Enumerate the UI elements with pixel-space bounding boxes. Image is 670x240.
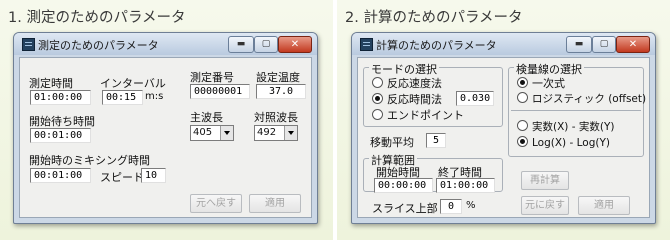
speed-input[interactable]: 10 [141, 168, 166, 183]
chevron-down-icon[interactable] [220, 126, 233, 140]
mode-group: モードの選択 反応速度法 反応時間法 0.030 エンドポイント [363, 61, 503, 127]
moving-avg-input[interactable]: 5 [426, 133, 446, 148]
minimize-button[interactable]: ▬ [566, 36, 592, 53]
mode-option-endpoint[interactable]: エンドポイント [372, 107, 464, 123]
main-wavelength-select[interactable]: 405 [190, 125, 234, 141]
right-panel-heading: 2. 計算のためのパラメータ [345, 10, 523, 26]
titlebar: 測定のためのパラメータ ▬ ▢ ✕ [14, 33, 317, 55]
apply-button[interactable]: 適用 [249, 194, 301, 213]
measurement-params-window: 測定のためのパラメータ ▬ ▢ ✕ 測定時間 01:00:00 インターバル 0… [13, 32, 318, 224]
radio-icon [372, 109, 383, 120]
calibration-group: 検量線の選択 一次式 ロジスティック (offset) 実数(X) - 実数(Y… [508, 61, 646, 157]
revert-button[interactable]: 元へ戻す [190, 194, 242, 213]
calc-range-group: 計算範囲 開始時間 終了時間 00:00:00 01:00:00 [363, 152, 503, 193]
slice-top-label: スライス上部 [372, 202, 438, 215]
window-content: モードの選択 反応速度法 反応時間法 0.030 エンドポイント 移動平均 5 … [357, 57, 650, 218]
set-temp-input[interactable]: 37.0 [256, 84, 306, 99]
mode-option-time[interactable]: 反応時間法 [372, 91, 442, 107]
measure-number-label: 測定番号 [190, 71, 234, 84]
measure-number-input[interactable]: 00000001 [190, 84, 250, 99]
moving-avg-label: 移動平均 [370, 136, 414, 149]
window-title: 測定のためのパラメータ [38, 39, 159, 52]
ref-wavelength-label: 対照波長 [254, 111, 298, 124]
close-button[interactable]: ✕ [278, 36, 312, 53]
main-wavelength-value: 405 [193, 127, 213, 138]
measure-time-label: 測定時間 [29, 77, 73, 90]
interval-input[interactable]: 00:15 [102, 90, 143, 105]
interval-label: インターバル [100, 77, 166, 90]
mode-option-rate[interactable]: 反応速度法 [372, 75, 442, 91]
calibration-option-linear[interactable]: 一次式 [517, 75, 565, 91]
slice-unit: % [466, 200, 476, 211]
apply-button[interactable]: 適用 [578, 196, 630, 215]
speed-label: スピード [100, 171, 144, 184]
app-icon [22, 38, 35, 51]
slice-top-input[interactable]: 0 [440, 199, 462, 214]
wait-time-label: 開始待ち時間 [29, 115, 95, 128]
revert-button[interactable]: 元に戻す [521, 196, 569, 215]
radio-selected-icon [517, 77, 528, 88]
radio-icon [517, 92, 528, 103]
left-panel: 1. 測定のためのパラメータ 測定のためのパラメータ ▬ ▢ ✕ 測定時間 01… [0, 0, 333, 240]
scale-option-log[interactable]: Log(X) - Log(Y) [517, 136, 610, 149]
right-panel: 2. 計算のためのパラメータ 計算のためのパラメータ ▬ ▢ ✕ モードの選択 … [337, 0, 670, 240]
calculation-params-window: 計算のためのパラメータ ▬ ▢ ✕ モードの選択 反応速度法 反応時間法 0.0… [351, 32, 656, 224]
radio-icon [372, 77, 383, 88]
window-title: 計算のためのパラメータ [376, 39, 497, 52]
reaction-time-input[interactable]: 0.030 [456, 91, 494, 106]
maximize-button[interactable]: ▢ [592, 36, 616, 53]
minimize-button[interactable]: ▬ [228, 36, 254, 53]
radio-selected-icon [372, 93, 383, 104]
recalculate-button[interactable]: 再計算 [521, 171, 569, 190]
chevron-down-icon[interactable] [284, 126, 297, 140]
radio-icon [517, 120, 528, 131]
scale-option-real[interactable]: 実数(X) - 実数(Y) [517, 119, 614, 134]
end-time-input[interactable]: 01:00:00 [436, 178, 495, 193]
wait-time-input[interactable]: 00:01:00 [30, 128, 91, 143]
window-content: 測定時間 01:00:00 インターバル 00:15 m:s 開始待ち時間 00… [19, 57, 312, 218]
start-time-input[interactable]: 00:00:00 [374, 178, 433, 193]
measure-time-input[interactable]: 01:00:00 [30, 90, 91, 105]
main-wavelength-label: 主波長 [190, 111, 223, 124]
ref-wavelength-select[interactable]: 492 [254, 125, 298, 141]
divider [511, 110, 641, 111]
set-temp-label: 設定温度 [256, 71, 300, 84]
calibration-option-logistic[interactable]: ロジスティック (offset) [517, 91, 646, 106]
close-button[interactable]: ✕ [616, 36, 650, 53]
left-panel-heading: 1. 測定のためのパラメータ [8, 10, 186, 26]
titlebar: 計算のためのパラメータ ▬ ▢ ✕ [352, 33, 655, 55]
radio-selected-icon [517, 136, 528, 147]
maximize-button[interactable]: ▢ [254, 36, 278, 53]
mixing-time-label: 開始時のミキシング時間 [29, 154, 150, 167]
interval-unit: m:s [145, 91, 164, 102]
app-icon [360, 38, 373, 51]
ref-wavelength-value: 492 [257, 127, 277, 138]
mixing-time-input[interactable]: 00:01:00 [30, 168, 91, 183]
